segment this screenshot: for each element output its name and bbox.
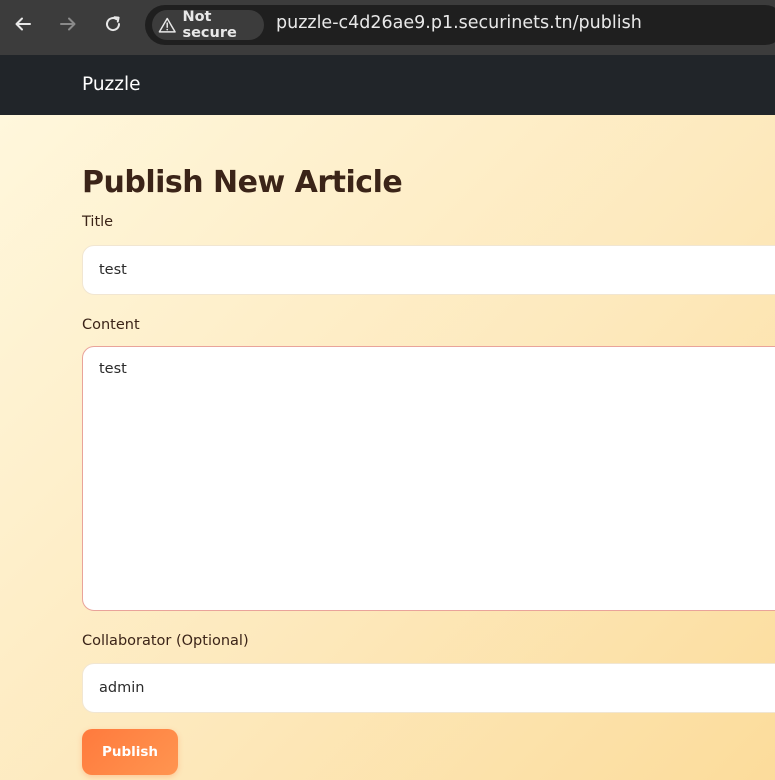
forward-button[interactable] <box>54 10 82 38</box>
page-title: Publish New Article <box>82 165 403 200</box>
content-label: Content <box>82 317 140 333</box>
collaborator-input[interactable] <box>82 663 775 713</box>
reload-icon <box>106 16 121 32</box>
back-button[interactable] <box>9 10 37 38</box>
brand-link[interactable]: Puzzle <box>82 74 141 95</box>
title-label: Title <box>82 214 114 230</box>
collaborator-label: Collaborator (Optional) <box>82 633 249 649</box>
reload-button[interactable] <box>99 10 127 38</box>
publish-page: Publish New Article Title Content test C… <box>0 115 775 780</box>
site-navbar: Puzzle <box>0 55 775 115</box>
url-text[interactable]: puzzle-c4d26ae9.p1.securinets.tn/publish <box>276 13 642 33</box>
content-textarea[interactable]: test <box>82 346 775 611</box>
publish-button[interactable]: Publish <box>82 729 178 775</box>
security-indicator[interactable]: Not secure <box>152 9 264 41</box>
browser-toolbar: Not secure puzzle-c4d26ae9.p1.securinets… <box>0 0 775 55</box>
warning-icon <box>158 17 176 33</box>
arrow-left-icon <box>15 17 31 31</box>
arrow-right-icon <box>60 17 76 31</box>
title-input[interactable] <box>82 245 775 295</box>
security-label: Not secure <box>182 9 237 41</box>
